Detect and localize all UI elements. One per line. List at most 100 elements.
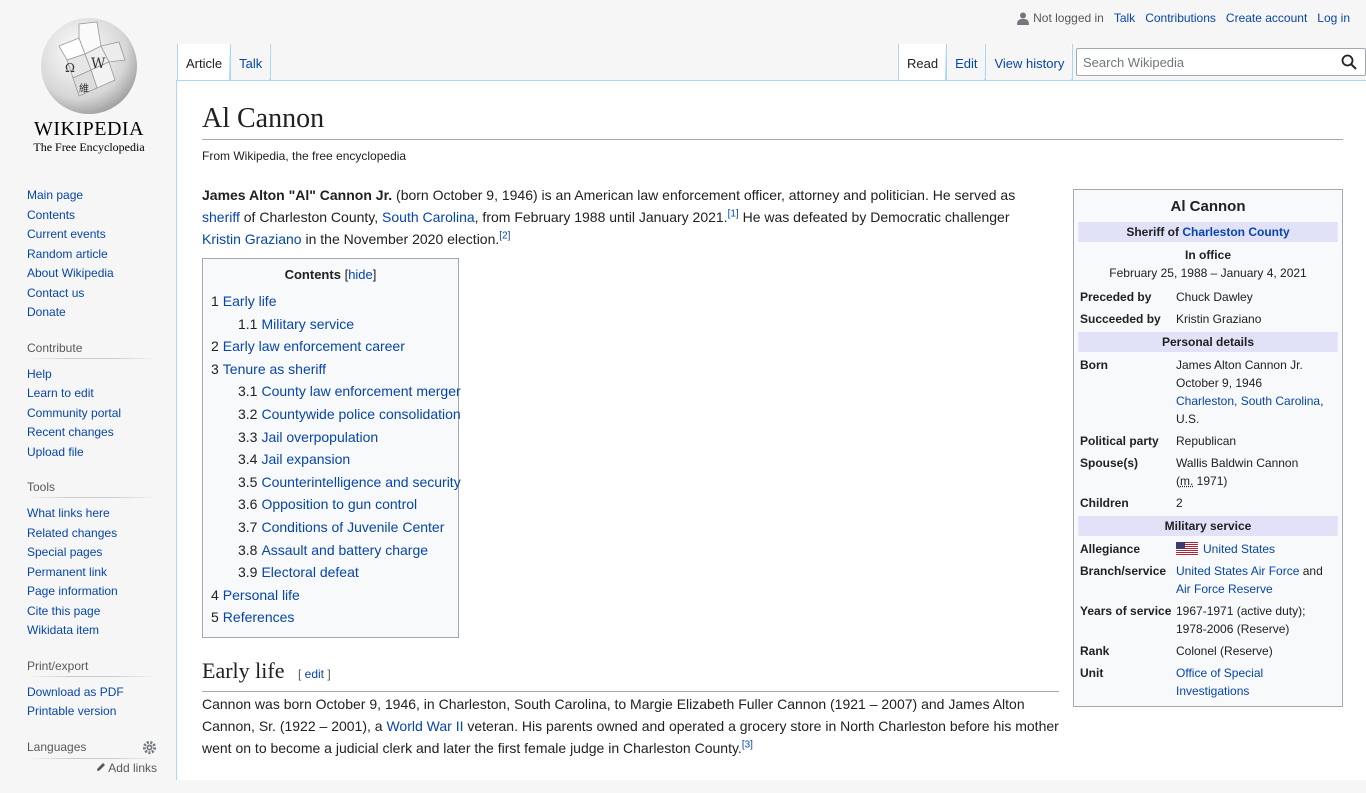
gear-icon[interactable] <box>142 740 157 755</box>
kristin-graziano-link[interactable]: Kristin Graziano <box>202 231 302 247</box>
tab-view-history[interactable]: View history <box>986 44 1073 80</box>
sidebar-item-about[interactable]: About Wikipedia <box>27 266 114 280</box>
log-in-link[interactable]: Log in <box>1317 11 1350 25</box>
toc-label: Military service <box>261 316 354 332</box>
toc-item[interactable]: 3.3 Jail overpopulation <box>211 426 450 449</box>
air-force-reserve-link[interactable]: Air Force Reserve <box>1176 582 1273 596</box>
spouse-value: Wallis Baldwin Cannon (m. 1971) <box>1176 454 1336 490</box>
sidebar-item-page-information[interactable]: Page information <box>27 584 118 598</box>
sidebar-item-cite-this-page[interactable]: Cite this page <box>27 604 100 618</box>
toc-item[interactable]: 3.4 Jail expansion <box>211 448 450 471</box>
toc-label: Jail expansion <box>261 451 350 467</box>
sidebar-item-donate[interactable]: Donate <box>27 305 66 319</box>
toc-link[interactable]: 3.9 Electoral defeat <box>238 564 359 580</box>
search-input[interactable] <box>1077 49 1329 75</box>
reference-2[interactable]: [2] <box>499 230 510 241</box>
born-place-link[interactable]: Charleston, South Carolina <box>1176 394 1320 408</box>
toc-link[interactable]: 3.7 Conditions of Juvenile Center <box>238 519 444 535</box>
sidebar-item-contents[interactable]: Contents <box>27 208 75 222</box>
charleston-county-link[interactable]: Charleston County <box>1182 225 1289 239</box>
toc-item[interactable]: 1.1 Military service <box>211 313 450 336</box>
reference-3[interactable]: [3] <box>742 739 753 750</box>
tab-edit[interactable]: Edit <box>947 44 986 80</box>
sheriff-link[interactable]: sheriff <box>202 209 240 225</box>
sidebar-item-wikidata-item[interactable]: Wikidata item <box>27 623 99 637</box>
site-subtitle: From Wikipedia, the free encyclopedia <box>202 149 406 163</box>
contributions-link[interactable]: Contributions <box>1145 11 1216 25</box>
toc-link[interactable]: 3.3 Jail overpopulation <box>238 429 378 445</box>
toc-link[interactable]: 1 Early life <box>211 293 276 309</box>
infobox-row-unit: Unit Office of Special Investigations <box>1078 662 1338 702</box>
toc-link[interactable]: 3.5 Counterintelligence and security <box>238 474 461 490</box>
sidebar-item-contact[interactable]: Contact us <box>27 286 84 300</box>
sidebar-item-related-changes[interactable]: Related changes <box>27 526 117 540</box>
sidebar-item-recent-changes[interactable]: Recent changes <box>27 425 114 439</box>
toc-item[interactable]: 3.7 Conditions of Juvenile Center <box>211 516 450 539</box>
sidebar-item-what-links-here[interactable]: What links here <box>27 506 110 520</box>
toc-item[interactable]: 3.8 Assault and battery charge <box>211 539 450 562</box>
tab-talk[interactable]: Talk <box>231 44 271 80</box>
not-logged-in-label: Not logged in <box>1033 11 1104 25</box>
toc-link[interactable]: 1.1 Military service <box>238 316 354 332</box>
wikipedia-globe-icon: W Ω 維 <box>39 16 139 116</box>
spouse-married: (m. 1971) <box>1176 472 1336 490</box>
toc-link[interactable]: 3.8 Assault and battery charge <box>238 542 428 558</box>
sidebar-item-download-pdf[interactable]: Download as PDF <box>27 685 124 699</box>
toc-item[interactable]: 2 Early law enforcement career <box>211 335 450 358</box>
toc-link[interactable]: 3 Tenure as sheriff <box>211 361 326 377</box>
toc-link[interactable]: 3.2 Countywide police consolidation <box>238 406 461 422</box>
sidebar: Main page Contents Current events Random… <box>27 186 157 793</box>
toc-hide-toggle[interactable]: [hide] <box>345 267 377 282</box>
sidebar-item-current-events[interactable]: Current events <box>27 227 106 241</box>
toc-item[interactable]: 1 Early life <box>211 290 450 313</box>
create-account-link[interactable]: Create account <box>1226 11 1307 25</box>
sidebar-item-learn-to-edit[interactable]: Learn to edit <box>27 386 94 400</box>
toc-hide-link[interactable]: hide <box>348 267 373 282</box>
reference-1[interactable]: [1] <box>728 208 739 219</box>
world-war-ii-link[interactable]: World War II <box>386 718 463 734</box>
infobox-row-rank: Rank Colonel (Reserve) <box>1078 640 1338 662</box>
south-carolina-link[interactable]: South Carolina <box>382 209 475 225</box>
toc-item[interactable]: 3 Tenure as sheriff <box>211 358 450 381</box>
tab-read[interactable]: Read <box>899 44 947 80</box>
toc-link[interactable]: 3.1 County law enforcement merger <box>238 383 461 399</box>
branch-value: United States Air Force and Air Force Re… <box>1176 562 1336 598</box>
toc-item[interactable]: 3.1 County law enforcement merger <box>211 380 450 403</box>
toc-item[interactable]: 3.5 Counterintelligence and security <box>211 471 450 494</box>
toc-link[interactable]: 3.4 Jail expansion <box>238 451 350 467</box>
toc-item[interactable]: 4 Personal life <box>211 584 450 607</box>
toc-item[interactable]: 3.6 Opposition to gun control <box>211 493 450 516</box>
sidebar-item-community-portal[interactable]: Community portal <box>27 406 121 420</box>
user-icon <box>1017 12 1029 25</box>
sidebar-item-permanent-link[interactable]: Permanent link <box>27 565 107 579</box>
united-states-link[interactable]: United States <box>1203 542 1275 556</box>
toc-link[interactable]: 4 Personal life <box>211 587 300 603</box>
infobox-row-spouse: Spouse(s) Wallis Baldwin Cannon (m. 1971… <box>1078 452 1338 492</box>
toc-label: Personal life <box>223 587 300 603</box>
toc-label: Electoral defeat <box>261 564 358 580</box>
toc-link[interactable]: 2 Early law enforcement career <box>211 338 405 354</box>
wikipedia-logo[interactable]: W Ω 維 WIKIPEDIA The Free Encyclopedia <box>14 10 164 160</box>
infobox-row-party: Political party Republican <box>1078 430 1338 452</box>
party-label: Political party <box>1080 432 1176 450</box>
sidebar-item-random-article[interactable]: Random article <box>27 247 108 261</box>
toc-item[interactable]: 3.9 Electoral defeat <box>211 561 450 584</box>
sidebar-item-main-page[interactable]: Main page <box>27 188 83 202</box>
succeeded-label: Succeeded by <box>1080 310 1176 328</box>
section-edit-link[interactable]: edit <box>305 667 324 681</box>
search-icon[interactable] <box>1341 54 1357 70</box>
tab-article[interactable]: Article <box>178 44 231 80</box>
talk-link[interactable]: Talk <box>1114 11 1135 25</box>
sidebar-item-help[interactable]: Help <box>27 367 52 381</box>
sidebar-item-special-pages[interactable]: Special pages <box>27 545 102 559</box>
spouse-label: Spouse(s) <box>1080 454 1176 490</box>
toc-item[interactable]: 3.2 Countywide police consolidation <box>211 403 450 426</box>
sidebar-item-printable-version[interactable]: Printable version <box>27 704 116 718</box>
sidebar-item-upload-file[interactable]: Upload file <box>27 445 84 459</box>
sidebar-languages: Languages Add links <box>27 740 157 775</box>
usaf-link[interactable]: United States Air Force <box>1176 564 1299 578</box>
toc-item[interactable]: 5 References <box>211 606 450 629</box>
toc-link[interactable]: 3.6 Opposition to gun control <box>238 496 417 512</box>
osi-link[interactable]: Office of Special Investigations <box>1176 666 1263 698</box>
toc-link[interactable]: 5 References <box>211 609 294 625</box>
